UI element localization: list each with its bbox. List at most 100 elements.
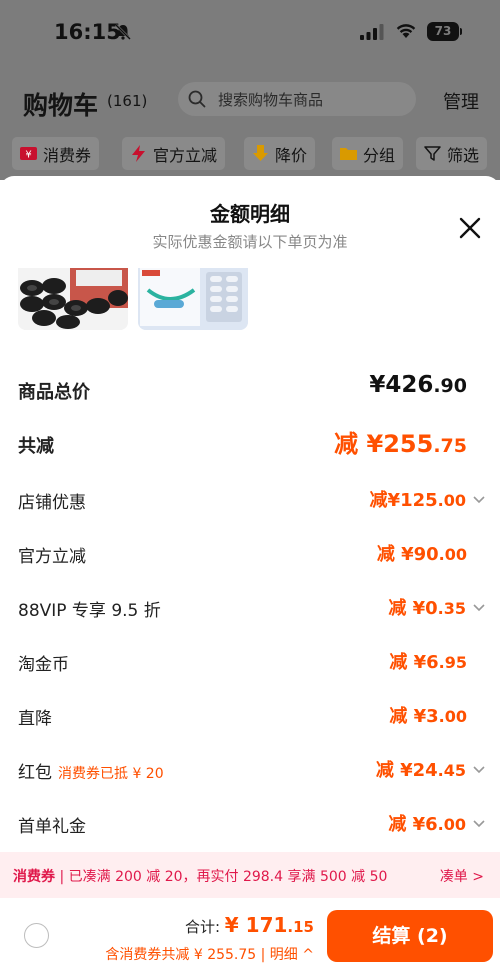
page-title: 购物车: [23, 91, 99, 120]
total-decimal: .15: [287, 918, 314, 936]
cart-count: (161): [107, 92, 148, 110]
coupon-message: 已凑满 200 减 20，再实付 298.4 享满 500 减 50: [68, 869, 388, 885]
row-label: 官方立减: [18, 547, 86, 567]
sheet-title: 金额明细: [210, 202, 290, 226]
coupon-tag: 消费券: [13, 869, 55, 885]
chip-label: 分组: [363, 145, 396, 165]
row-label: 商品总价: [18, 382, 90, 403]
discount-line: 含消费券共减 ¥ 255.75 | 明细 ^: [105, 944, 314, 964]
chip-official-discount[interactable]: 官方立减: [122, 137, 226, 170]
value-main: 减 ¥3: [389, 706, 439, 727]
row-price-drop: 直降 减 ¥3.00: [0, 690, 500, 744]
value-main: 减¥125: [369, 490, 438, 511]
product-thumbnail[interactable]: [18, 268, 128, 330]
total-label: 合计:: [184, 918, 225, 936]
pill-box-image: [138, 268, 248, 330]
row-official-discount: 官方立减 减 ¥90.00: [0, 528, 500, 582]
checkout-button[interactable]: 结算 (2): [327, 910, 493, 962]
chip-label: 官方立减: [153, 145, 218, 165]
row-label: 直降: [18, 709, 52, 729]
row-red-packet[interactable]: 红包 消费券已抵 ¥ 20 减 ¥24.45: [0, 744, 500, 798]
value-main: 减 ¥24: [375, 760, 438, 781]
value-decimal: .45: [437, 761, 466, 780]
value-decimal: .75: [433, 435, 467, 457]
battery-tip: [460, 28, 462, 35]
value-decimal: .00: [437, 491, 466, 510]
search-input[interactable]: 搜索购物车商品: [178, 82, 416, 116]
value-main: 减 ¥0: [388, 598, 438, 619]
row-note: 消费券已抵 ¥ 20: [58, 766, 164, 782]
checkout-bar: 合计: ¥ 171.15 含消费券共减 ¥ 255.75 | 明细 ^ 结算 (…: [0, 898, 500, 971]
row-label: 88VIP 专享 9.5 折: [18, 601, 161, 621]
value-decimal: .00: [437, 815, 466, 834]
product-thumbnail[interactable]: [138, 268, 248, 330]
status-time: 16:15: [54, 20, 121, 44]
chevron-down-icon[interactable]: [472, 601, 486, 615]
trash-bag-image: [18, 268, 128, 330]
value-decimal: .90: [433, 375, 467, 397]
value-main: 减 ¥6: [389, 652, 439, 673]
chip-group[interactable]: 分组: [332, 137, 404, 170]
total-main: ¥ 171: [224, 913, 288, 937]
row-value: ¥426.90: [369, 372, 467, 398]
sheet-subtitle: 实际优惠金额请以下单页为准: [152, 233, 348, 251]
row-label: 红包 消费券已抵 ¥ 20: [18, 758, 164, 783]
battery-icon: 73: [427, 22, 459, 41]
manage-button[interactable]: 管理: [443, 88, 479, 114]
chip-label: 降价: [275, 145, 308, 165]
chip-label: 消费券: [43, 145, 92, 165]
row-store-discount[interactable]: 店铺优惠 减¥125.00: [0, 474, 500, 528]
status-bar: 16:15 73: [0, 0, 500, 62]
add-items-link[interactable]: 凑单 >: [440, 866, 484, 886]
row-value: 减 ¥6.95: [389, 648, 467, 674]
chevron-down-icon[interactable]: [472, 493, 486, 507]
value-decimal: .95: [438, 653, 467, 672]
row-88vip-discount[interactable]: 88VIP 专享 9.5 折 减 ¥0.35: [0, 582, 500, 636]
filter-icon: [424, 146, 441, 161]
chevron-down-icon[interactable]: [472, 763, 486, 777]
row-total-discount: 共减 减 ¥255.75: [0, 418, 500, 472]
row-value: 减 ¥0.35: [388, 594, 466, 620]
row-label: 店铺优惠: [18, 493, 86, 513]
row-taojinbi: 淘金币 减 ¥6.95: [0, 636, 500, 690]
detail-toggle[interactable]: | 明细 ^: [261, 947, 314, 963]
coupon-text: 消费券 | 已凑满 200 减 20，再实付 298.4 享满 500 减 50: [13, 866, 387, 886]
value-main: ¥426: [369, 372, 434, 398]
lightning-icon: [132, 145, 145, 162]
signal-icon: [360, 24, 384, 40]
row-value: 减 ¥24.45: [376, 756, 466, 782]
coupon-separator: |: [59, 869, 65, 885]
row-value: 减 ¥3.00: [389, 702, 467, 728]
chip-label: 筛选: [447, 145, 480, 165]
discount-summary: 含消费券共减 ¥ 255.75: [105, 947, 257, 963]
row-value: 减¥125.00: [370, 486, 466, 512]
amount-detail-sheet: 金额明细 实际优惠金额请以下单页为准 商品总价 ¥426.90 共减 减 ¥25…: [0, 176, 500, 971]
close-icon[interactable]: [458, 216, 482, 240]
value-decimal: .35: [437, 599, 466, 618]
select-all-checkbox[interactable]: [24, 923, 49, 948]
chip-price-drop[interactable]: 降价: [244, 137, 316, 170]
cart-header: 购物车 (161) 搜索购物车商品 管理: [0, 62, 500, 132]
row-label-text: 红包: [18, 763, 52, 783]
svg-text:¥: ¥: [25, 150, 31, 161]
search-icon: [188, 90, 206, 108]
coupon-icon: ¥: [20, 147, 37, 161]
value-main: 减 ¥6: [388, 814, 438, 835]
search-placeholder: 搜索购物车商品: [218, 91, 324, 109]
row-first-order-gift[interactable]: 首单礼金 减 ¥6.00: [0, 798, 500, 852]
coupon-progress-banner: 消费券 | 已凑满 200 减 20，再实付 298.4 享满 500 减 50…: [0, 852, 500, 898]
bell-off-icon: [115, 24, 131, 40]
value-main: 减 ¥255: [334, 430, 434, 458]
value-decimal: .00: [438, 707, 467, 726]
row-value: 减 ¥90.00: [377, 540, 467, 566]
folder-icon: [340, 148, 357, 160]
filter-chips: ¥ 消费券 官方立减 降价 分组 筛选: [0, 132, 500, 180]
chip-filter[interactable]: 筛选: [416, 137, 488, 170]
total-amount: ¥ 171.15: [225, 913, 314, 937]
chip-coupon[interactable]: ¥ 消费券: [12, 137, 100, 170]
chevron-down-icon[interactable]: [472, 817, 486, 831]
row-total-price: 商品总价 ¥426.90: [0, 364, 500, 418]
row-value: 减 ¥6.00: [388, 810, 466, 836]
row-label: 淘金币: [18, 655, 69, 675]
arrow-down-icon: [253, 145, 268, 161]
